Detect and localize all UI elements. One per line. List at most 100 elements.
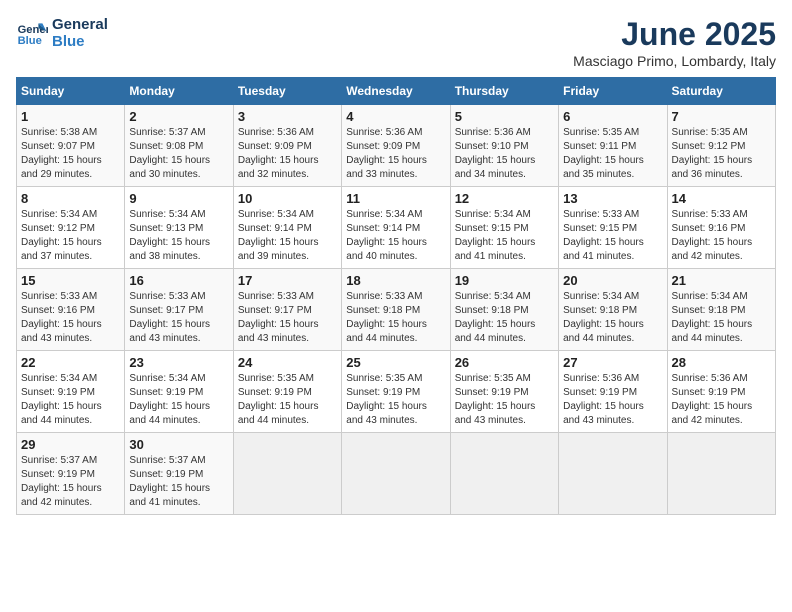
day-number: 15 bbox=[21, 273, 120, 288]
header-tuesday: Tuesday bbox=[233, 78, 341, 105]
svg-text:Blue: Blue bbox=[18, 35, 42, 47]
day-number: 7 bbox=[672, 109, 771, 124]
day-number: 30 bbox=[129, 437, 228, 452]
logo-icon: General Blue bbox=[16, 17, 48, 49]
calendar-cell: 20Sunrise: 5:34 AM Sunset: 9:18 PM Dayli… bbox=[559, 269, 667, 351]
calendar-cell: 2 Sunrise: 5:37 AM Sunset: 9:08 PM Daylig… bbox=[125, 105, 233, 187]
calendar-week-1: 1 Sunrise: 5:38 AM Sunset: 9:07 PM Daylig… bbox=[17, 105, 776, 187]
day-info: Sunrise: 5:34 AM Sunset: 9:14 PM Dayligh… bbox=[238, 208, 337, 264]
calendar-cell: 12Sunrise: 5:34 AM Sunset: 9:15 PM Dayli… bbox=[450, 187, 558, 269]
header-wednesday: Wednesday bbox=[342, 78, 450, 105]
header-sunday: Sunday bbox=[17, 78, 125, 105]
calendar-cell: 6Sunrise: 5:35 AM Sunset: 9:11 PM Daylig… bbox=[559, 105, 667, 187]
header-thursday: Thursday bbox=[450, 78, 558, 105]
logo-blue: Blue bbox=[52, 33, 108, 50]
day-info: Sunrise: 5:34 AM Sunset: 9:19 PM Dayligh… bbox=[21, 372, 120, 428]
calendar-table: Sunday Monday Tuesday Wednesday Thursday… bbox=[16, 77, 776, 515]
day-number: 14 bbox=[672, 191, 771, 206]
header-friday: Friday bbox=[559, 78, 667, 105]
calendar-header-row: Sunday Monday Tuesday Wednesday Thursday… bbox=[17, 78, 776, 105]
calendar-cell: 23 Sunrise: 5:34 AM Sunset: 9:19 PM Dayli… bbox=[125, 351, 233, 433]
day-number: 18 bbox=[346, 273, 445, 288]
day-info: Sunrise: 5:36 AM Sunset: 9:09 PM Dayligh… bbox=[238, 126, 337, 182]
day-number: 13 bbox=[563, 191, 662, 206]
calendar-cell: 17 Sunrise: 5:33 AM Sunset: 9:17 PM Dayli… bbox=[233, 269, 341, 351]
calendar-cell: 28Sunrise: 5:36 AM Sunset: 9:19 PM Dayli… bbox=[667, 351, 775, 433]
day-number: 27 bbox=[563, 355, 662, 370]
day-info: Sunrise: 5:33 AM Sunset: 9:16 PM Dayligh… bbox=[672, 208, 771, 264]
day-number: 24 bbox=[238, 355, 337, 370]
day-number: 11 bbox=[346, 191, 445, 206]
day-number: 1 bbox=[21, 109, 120, 124]
day-number: 5 bbox=[455, 109, 554, 124]
calendar-week-3: 15Sunrise: 5:33 AM Sunset: 9:16 PM Dayli… bbox=[17, 269, 776, 351]
day-info: Sunrise: 5:37 AM Sunset: 9:19 PM Dayligh… bbox=[21, 454, 120, 510]
calendar-cell: 3Sunrise: 5:36 AM Sunset: 9:09 PM Daylig… bbox=[233, 105, 341, 187]
day-number: 28 bbox=[672, 355, 771, 370]
day-number: 9 bbox=[129, 191, 228, 206]
calendar-cell: 16 Sunrise: 5:33 AM Sunset: 9:17 PM Dayli… bbox=[125, 269, 233, 351]
day-number: 6 bbox=[563, 109, 662, 124]
calendar-cell bbox=[450, 433, 558, 515]
day-info: Sunrise: 5:34 AM Sunset: 9:18 PM Dayligh… bbox=[672, 290, 771, 346]
day-info: Sunrise: 5:35 AM Sunset: 9:19 PM Dayligh… bbox=[346, 372, 445, 428]
calendar-cell: 27 Sunrise: 5:36 AM Sunset: 9:19 PM Dayli… bbox=[559, 351, 667, 433]
day-info: Sunrise: 5:37 AM Sunset: 9:19 PM Dayligh… bbox=[129, 454, 228, 510]
day-info: Sunrise: 5:34 AM Sunset: 9:13 PM Dayligh… bbox=[129, 208, 228, 264]
day-number: 26 bbox=[455, 355, 554, 370]
day-info: Sunrise: 5:35 AM Sunset: 9:19 PM Dayligh… bbox=[455, 372, 554, 428]
day-info: Sunrise: 5:34 AM Sunset: 9:14 PM Dayligh… bbox=[346, 208, 445, 264]
calendar-cell: 7 Sunrise: 5:35 AM Sunset: 9:12 PM Daylig… bbox=[667, 105, 775, 187]
day-number: 8 bbox=[21, 191, 120, 206]
calendar-cell: 8 Sunrise: 5:34 AM Sunset: 9:12 PM Daylig… bbox=[17, 187, 125, 269]
calendar-cell: 15Sunrise: 5:33 AM Sunset: 9:16 PM Dayli… bbox=[17, 269, 125, 351]
day-info: Sunrise: 5:37 AM Sunset: 9:08 PM Dayligh… bbox=[129, 126, 228, 182]
calendar-cell: 1 Sunrise: 5:38 AM Sunset: 9:07 PM Daylig… bbox=[17, 105, 125, 187]
day-number: 16 bbox=[129, 273, 228, 288]
calendar-cell bbox=[342, 433, 450, 515]
day-number: 22 bbox=[21, 355, 120, 370]
calendar-cell: 18Sunrise: 5:33 AM Sunset: 9:18 PM Dayli… bbox=[342, 269, 450, 351]
calendar-week-5: 29Sunrise: 5:37 AM Sunset: 9:19 PM Dayli… bbox=[17, 433, 776, 515]
day-number: 20 bbox=[563, 273, 662, 288]
calendar-cell: 13Sunrise: 5:33 AM Sunset: 9:15 PM Dayli… bbox=[559, 187, 667, 269]
day-info: Sunrise: 5:34 AM Sunset: 9:18 PM Dayligh… bbox=[455, 290, 554, 346]
day-number: 17 bbox=[238, 273, 337, 288]
day-info: Sunrise: 5:33 AM Sunset: 9:17 PM Dayligh… bbox=[129, 290, 228, 346]
day-info: Sunrise: 5:34 AM Sunset: 9:15 PM Dayligh… bbox=[455, 208, 554, 264]
calendar-cell: 24 Sunrise: 5:35 AM Sunset: 9:19 PM Dayli… bbox=[233, 351, 341, 433]
calendar-cell: 19Sunrise: 5:34 AM Sunset: 9:18 PM Dayli… bbox=[450, 269, 558, 351]
day-info: Sunrise: 5:33 AM Sunset: 9:17 PM Dayligh… bbox=[238, 290, 337, 346]
calendar-cell: 14 Sunrise: 5:33 AM Sunset: 9:16 PM Dayli… bbox=[667, 187, 775, 269]
calendar-cell bbox=[559, 433, 667, 515]
calendar-week-4: 22 Sunrise: 5:34 AM Sunset: 9:19 PM Dayli… bbox=[17, 351, 776, 433]
day-number: 21 bbox=[672, 273, 771, 288]
header-saturday: Saturday bbox=[667, 78, 775, 105]
calendar-subtitle: Masciago Primo, Lombardy, Italy bbox=[573, 53, 776, 69]
calendar-cell bbox=[667, 433, 775, 515]
calendar-cell: 29Sunrise: 5:37 AM Sunset: 9:19 PM Dayli… bbox=[17, 433, 125, 515]
calendar-cell: 10 Sunrise: 5:34 AM Sunset: 9:14 PM Dayli… bbox=[233, 187, 341, 269]
day-info: Sunrise: 5:34 AM Sunset: 9:19 PM Dayligh… bbox=[129, 372, 228, 428]
logo: General Blue General Blue bbox=[16, 16, 108, 50]
calendar-cell: 30 Sunrise: 5:37 AM Sunset: 9:19 PM Dayli… bbox=[125, 433, 233, 515]
calendar-cell: 26 Sunrise: 5:35 AM Sunset: 9:19 PM Dayli… bbox=[450, 351, 558, 433]
logo-general: General bbox=[52, 16, 108, 33]
day-number: 2 bbox=[129, 109, 228, 124]
day-info: Sunrise: 5:38 AM Sunset: 9:07 PM Dayligh… bbox=[21, 126, 120, 182]
calendar-cell: 21 Sunrise: 5:34 AM Sunset: 9:18 PM Dayli… bbox=[667, 269, 775, 351]
calendar-cell: 5Sunrise: 5:36 AM Sunset: 9:10 PM Daylig… bbox=[450, 105, 558, 187]
day-info: Sunrise: 5:35 AM Sunset: 9:12 PM Dayligh… bbox=[672, 126, 771, 182]
day-number: 23 bbox=[129, 355, 228, 370]
header-monday: Monday bbox=[125, 78, 233, 105]
calendar-cell: 9 Sunrise: 5:34 AM Sunset: 9:13 PM Daylig… bbox=[125, 187, 233, 269]
title-area: June 2025 Masciago Primo, Lombardy, Ital… bbox=[573, 16, 776, 69]
day-number: 10 bbox=[238, 191, 337, 206]
day-info: Sunrise: 5:35 AM Sunset: 9:19 PM Dayligh… bbox=[238, 372, 337, 428]
day-number: 4 bbox=[346, 109, 445, 124]
day-info: Sunrise: 5:36 AM Sunset: 9:09 PM Dayligh… bbox=[346, 126, 445, 182]
calendar-week-2: 8 Sunrise: 5:34 AM Sunset: 9:12 PM Daylig… bbox=[17, 187, 776, 269]
calendar-cell: 22 Sunrise: 5:34 AM Sunset: 9:19 PM Dayli… bbox=[17, 351, 125, 433]
day-info: Sunrise: 5:36 AM Sunset: 9:19 PM Dayligh… bbox=[563, 372, 662, 428]
day-info: Sunrise: 5:34 AM Sunset: 9:12 PM Dayligh… bbox=[21, 208, 120, 264]
